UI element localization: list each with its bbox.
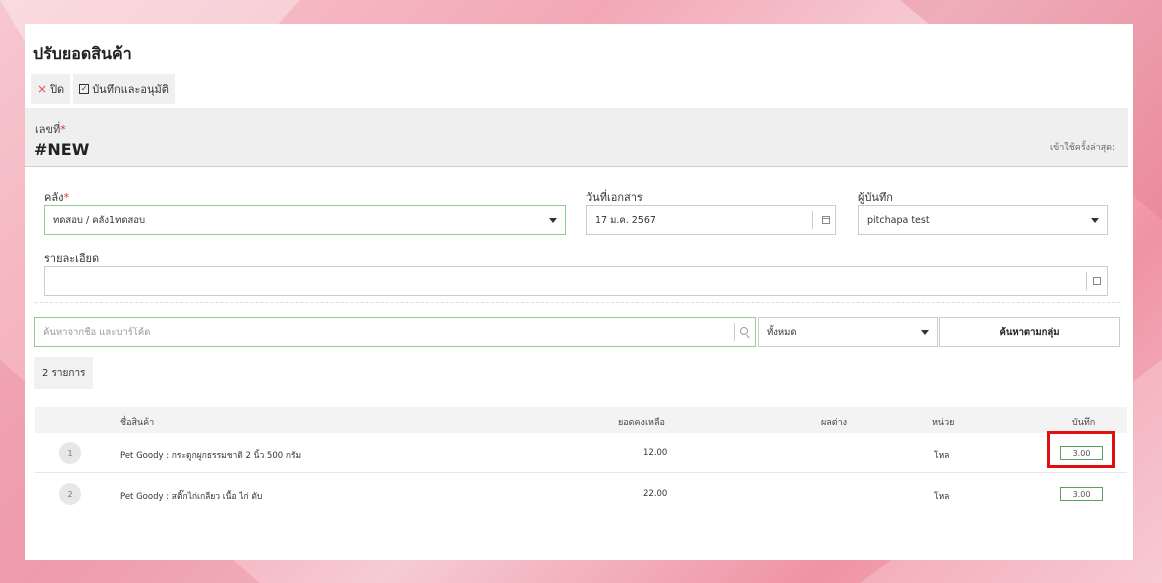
document-header: เลขที่* #NEW เข้าใช้ครั้งล่าสุด:	[25, 108, 1128, 167]
document-number: #NEW	[34, 140, 90, 159]
document-number-label: เลขที่*	[35, 120, 66, 138]
recorder-select-value: pitchapa test	[867, 214, 930, 226]
document-date-value: 17 ม.ค. 2567	[595, 214, 656, 226]
group-select-value: ทั้งหมด	[767, 326, 797, 338]
chevron-down-icon	[921, 330, 929, 335]
save-approve-button-label: บันทึกและอนุมัติ	[92, 83, 169, 96]
balance-value: 22.00	[643, 489, 668, 499]
product-name: Pet Goody : สติ๊กไก่เกลียว เนื้อ ไก่ ตับ	[120, 492, 263, 502]
group-select[interactable]: ทั้งหมด	[758, 317, 938, 347]
column-header-name: ชื่อสินค้า	[120, 418, 155, 428]
unit-value: โหล	[934, 451, 950, 461]
search-by-group-button[interactable]: ค้นหาตามกลุ่ม	[939, 317, 1120, 347]
note-icon[interactable]	[1093, 277, 1101, 285]
save-approve-button[interactable]: ✓ บันทึกและอนุมัติ	[73, 74, 175, 104]
section-divider	[35, 302, 1120, 303]
warehouse-select-value: ทดสอบ / คลัง1ทดสอบ	[53, 214, 146, 226]
column-header-recorded: บันทึก	[1072, 418, 1096, 428]
column-header-diff: ผลต่าง	[821, 418, 848, 428]
field-divider	[734, 323, 735, 341]
last-access-hint: เข้าใช้ครั้งล่าสุด:	[1050, 143, 1115, 153]
table-row: 1 Pet Goody : กระดูกผูกธรรมชาติ 2 นิ้ว 5…	[35, 433, 1127, 473]
highlight-annotation-box	[1047, 431, 1115, 468]
checkbox-icon: ✓	[79, 84, 90, 94]
toolbar: × ปิด ✓ บันทึกและอนุมัติ	[31, 74, 175, 104]
document-number-label-text: เลขที่	[35, 123, 61, 136]
field-divider	[812, 211, 813, 229]
column-header-balance: ยอดคงเหลือ	[618, 418, 665, 428]
balance-value: 12.00	[643, 448, 668, 458]
document-date-label: วันที่เอกสาร	[586, 191, 643, 204]
warehouse-label-text: คลัง	[44, 191, 64, 204]
product-search-box	[34, 317, 756, 347]
chevron-down-icon	[1091, 218, 1099, 223]
close-icon: ×	[37, 82, 48, 96]
search-icon[interactable]	[740, 327, 748, 335]
item-count-badge: 2 รายการ	[34, 357, 94, 389]
required-mark: *	[60, 123, 66, 136]
field-divider	[1086, 272, 1087, 290]
main-panel: ปรับยอดสินค้า × ปิด ✓ บันทึกและอนุมัติ เ…	[25, 24, 1133, 560]
product-name: Pet Goody : กระดูกผูกธรรมชาติ 2 นิ้ว 500…	[120, 451, 302, 461]
document-date-field[interactable]: 17 ม.ค. 2567	[586, 205, 836, 235]
recorded-quantity-input[interactable]: 3.00	[1060, 487, 1103, 501]
calendar-icon[interactable]	[822, 216, 830, 224]
chevron-down-icon	[549, 218, 557, 223]
recorder-select[interactable]: pitchapa test	[858, 205, 1108, 235]
page-title: ปรับยอดสินค้า	[33, 44, 132, 63]
warehouse-label: คลัง*	[44, 188, 69, 206]
detail-label: รายละเอียด	[44, 252, 100, 265]
detail-input[interactable]	[44, 266, 1108, 296]
close-button[interactable]: × ปิด	[31, 74, 71, 104]
table-row: 2 Pet Goody : สติ๊กไก่เกลียว เนื้อ ไก่ ต…	[35, 474, 1127, 514]
close-button-label: ปิด	[50, 83, 65, 96]
warehouse-select[interactable]: ทดสอบ / คลัง1ทดสอบ	[44, 205, 566, 235]
column-header-unit: หน่วย	[932, 418, 955, 428]
unit-value: โหล	[934, 492, 950, 502]
required-mark: *	[63, 191, 69, 204]
product-search-input[interactable]	[43, 326, 723, 338]
table-header: ชื่อสินค้า ยอดคงเหลือ ผลต่าง หน่วย บันทึ…	[35, 407, 1127, 433]
recorder-label: ผู้บันทึก	[858, 191, 893, 204]
row-number: 2	[59, 483, 81, 505]
row-number: 1	[59, 442, 81, 464]
